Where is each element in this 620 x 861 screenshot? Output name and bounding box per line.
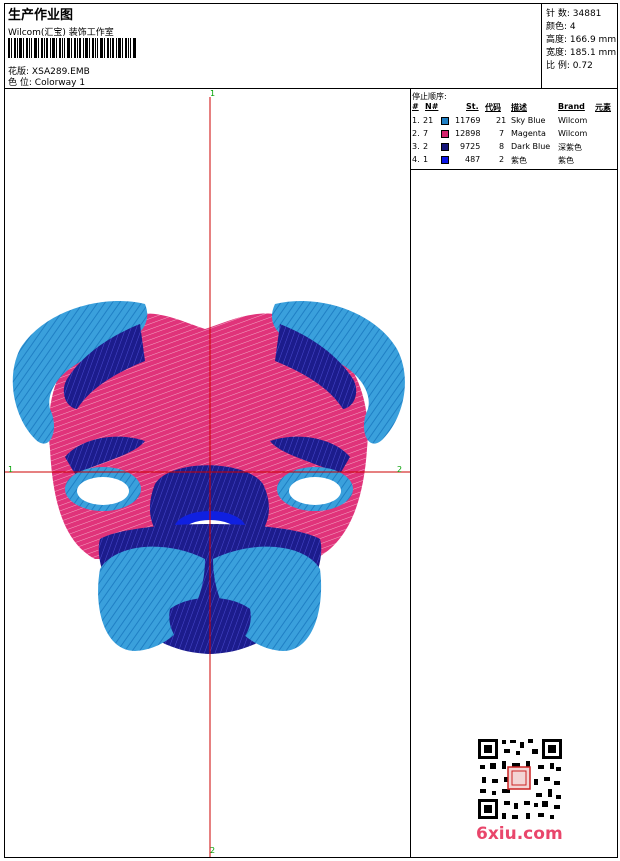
watermark-text: 6xiu.com xyxy=(476,824,563,844)
header-info: 生产作业图 Wilcom(汇宝) 装饰工作室 花版: XSA289.EMB 色 … xyxy=(5,4,541,88)
col-num: # xyxy=(412,102,419,111)
stat-stitches: 针 数: 34881 xyxy=(546,9,602,19)
axis-label-bottom: 2 xyxy=(210,846,216,855)
stat-colors: 颜色: 4 xyxy=(546,22,576,32)
col-code: 代码 xyxy=(485,103,501,112)
swatch-dark-blue xyxy=(441,143,449,151)
col-elem: 元素 xyxy=(595,103,611,112)
thread-table: 停止顺序: # N# St. 代码 描述 Brand 元素 1. 21 1176… xyxy=(410,89,617,170)
col-n: N# xyxy=(425,102,439,111)
axis-label-right: 2 xyxy=(397,465,403,474)
thread-table-title: 停止顺序: xyxy=(412,92,447,101)
barcode-image xyxy=(8,38,136,58)
swatch-magenta xyxy=(441,130,449,138)
colorway-value: Colorway 1 xyxy=(34,78,86,88)
stat-scale: 比 例: 0.72 xyxy=(546,61,593,71)
sheet-title: 生产作业图 xyxy=(8,8,74,23)
stats-panel: 针 数: 34881 颜色: 4 高度: 166.9 mm 宽度: 185.1 … xyxy=(541,4,618,88)
colorway-label: 色 位: xyxy=(8,78,32,88)
col-st: St. xyxy=(466,102,479,111)
colorway-line: 色 位: Colorway 1 xyxy=(8,75,85,88)
pug-embroidery-image xyxy=(5,97,410,857)
col-brand: Brand xyxy=(558,102,585,111)
stat-width: 宽度: 185.1 mm xyxy=(546,48,617,58)
axis-label-left: 1 xyxy=(8,465,14,474)
axis-label-top: 1 xyxy=(210,89,216,98)
qr-code-image xyxy=(476,737,564,821)
right-eye xyxy=(289,477,341,505)
stat-height: 高度: 166.9 mm xyxy=(546,35,617,45)
swatch-sky-blue xyxy=(441,117,449,125)
swatch-blue xyxy=(441,156,449,164)
col-desc: 描述 xyxy=(511,103,527,112)
production-sheet: 生产作业图 Wilcom(汇宝) 装饰工作室 花版: XSA289.EMB 色 … xyxy=(4,3,618,858)
design-canvas: 1 1 2 2 xyxy=(5,89,411,857)
left-eye xyxy=(77,477,129,505)
company-name: Wilcom(汇宝) 装饰工作室 xyxy=(8,28,114,38)
